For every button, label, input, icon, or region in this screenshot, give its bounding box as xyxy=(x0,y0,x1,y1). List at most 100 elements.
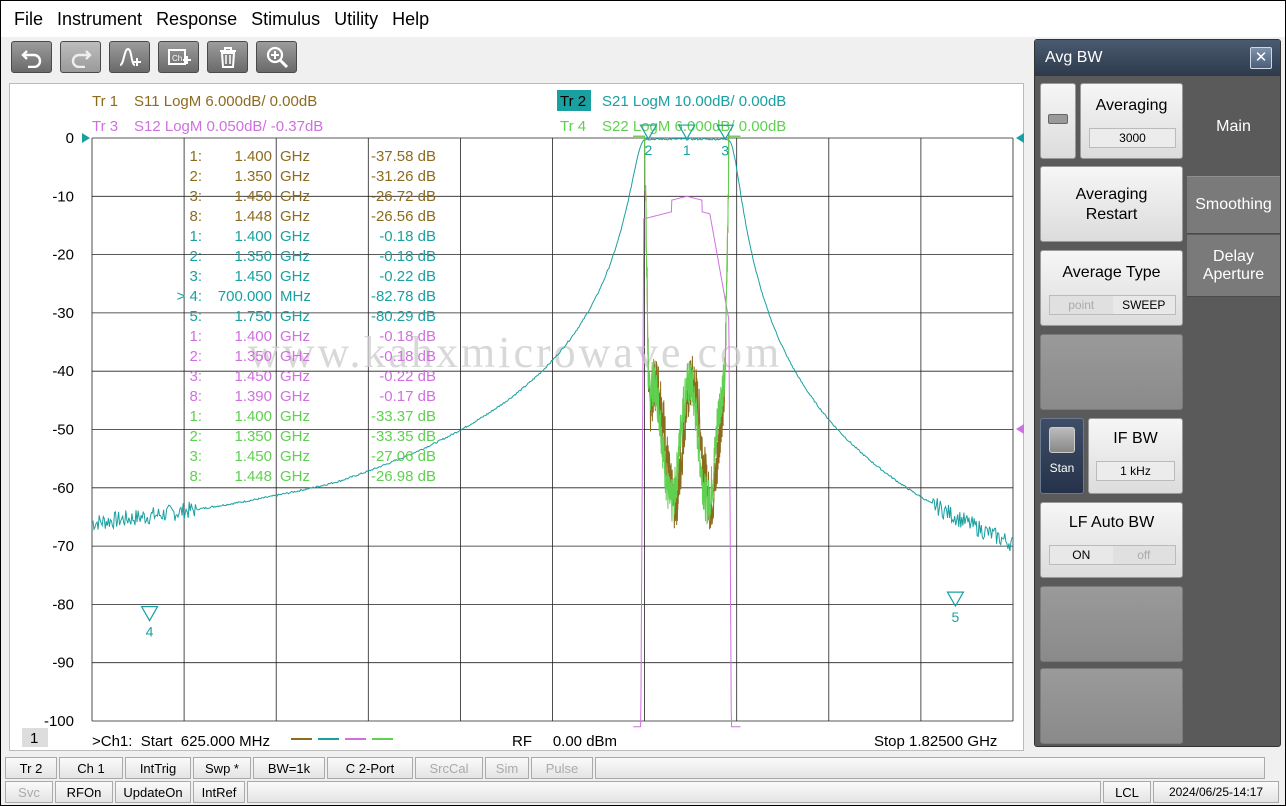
lf-auto-bw-selector[interactable]: ON off xyxy=(1049,545,1176,565)
ref-level-left-icon[interactable] xyxy=(82,133,90,143)
marker-table-freq: 1.400 xyxy=(234,328,272,345)
marker-table-value: -0.18 dB xyxy=(379,328,436,345)
rf-power[interactable]: RF 0.00 dBm xyxy=(512,733,617,750)
averaging-key[interactable]: Averaging 3000 xyxy=(1080,83,1183,159)
marker-table-unit: GHz xyxy=(280,468,310,485)
plot-canvas[interactable]: Tr 1 S11 LogM 6.000dB/ 0.00dB Tr 2 S21 L… xyxy=(10,84,1025,752)
status-bandwidth[interactable]: BW=1k xyxy=(253,757,325,779)
y-tick-label: -100 xyxy=(44,713,74,730)
redo-icon xyxy=(71,50,92,68)
marker-table-unit: GHz xyxy=(280,188,310,205)
add-trace-icon xyxy=(119,47,141,66)
marker-table-value: -0.22 dB xyxy=(379,368,436,385)
redo-button[interactable] xyxy=(60,41,101,73)
tab-main[interactable]: Main xyxy=(1187,78,1280,176)
if-bw-key[interactable]: IF BW 1 kHz xyxy=(1088,418,1183,494)
start-frequency[interactable]: >Ch1: Start 625.000 MHz xyxy=(92,733,270,750)
status-lcl[interactable]: LCL xyxy=(1103,781,1151,803)
marker-table-freq: 1.448 xyxy=(234,468,272,485)
marker-table-value: -27.06 dB xyxy=(371,448,436,465)
y-tick-label: -50 xyxy=(52,422,74,439)
y-tick-label: -80 xyxy=(52,596,74,613)
menu-help[interactable]: Help xyxy=(385,9,436,30)
trace-1-label[interactable]: Tr 1 xyxy=(92,93,118,110)
softkey-panel: Avg BW ✕ Main Smoothing Delay Aperture A… xyxy=(1034,39,1281,747)
status-calibration[interactable]: C 2-Port xyxy=(327,757,413,779)
menu-utility[interactable]: Utility xyxy=(327,9,385,30)
menu-stimulus[interactable]: Stimulus xyxy=(244,9,327,30)
average-type-key[interactable]: Average Type point SWEEP xyxy=(1040,250,1183,326)
marker-table-id: 2: xyxy=(189,428,202,445)
status-srccal[interactable]: SrcCal xyxy=(415,757,483,779)
empty-softkey-3 xyxy=(1040,668,1183,744)
add-channel-button[interactable]: Ch xyxy=(158,41,199,73)
trace-3-info: S12 LogM 0.050dB/ -0.37dB xyxy=(134,118,323,135)
status-bar-bottom: Svc RFOn UpdateOn IntRef LCL 2024/06/25-… xyxy=(5,781,1283,803)
marker-table-id: 8: xyxy=(189,468,202,485)
average-type-label: Average Type xyxy=(1062,264,1161,281)
status-int-ref[interactable]: IntRef xyxy=(193,781,245,803)
y-tick-label: -30 xyxy=(52,305,74,322)
marker-3-label: 3 xyxy=(721,142,729,158)
add-trace-button[interactable] xyxy=(109,41,150,73)
marker-table-unit: GHz xyxy=(280,268,310,285)
tab-delay-aperture[interactable]: Delay Aperture xyxy=(1187,235,1280,297)
status-svc[interactable]: Svc xyxy=(5,781,53,803)
ref-level-s12-icon[interactable] xyxy=(1016,424,1024,434)
measurement-plot[interactable]: Tr 1 S11 LogM 6.000dB/ 0.00dB Tr 2 S21 L… xyxy=(9,83,1024,751)
status-trigger[interactable]: IntTrig xyxy=(125,757,191,779)
lf-auto-bw-label: LF Auto BW xyxy=(1068,514,1155,531)
stan-toggle[interactable]: Stan xyxy=(1040,418,1084,494)
channel-badge[interactable]: 1 xyxy=(30,730,38,747)
tab-smoothing[interactable]: Smoothing xyxy=(1187,176,1280,234)
delete-button[interactable] xyxy=(207,41,248,73)
ref-level-right-icon[interactable] xyxy=(1016,133,1024,143)
status-update-on[interactable]: UpdateOn xyxy=(115,781,191,803)
lf-auto-bw-on[interactable]: ON xyxy=(1050,546,1113,564)
status-pulse[interactable]: Pulse xyxy=(531,757,593,779)
avg-type-sweep[interactable]: SWEEP xyxy=(1112,296,1175,314)
empty-softkey-1 xyxy=(1040,334,1183,410)
close-button[interactable]: ✕ xyxy=(1250,47,1272,69)
trace-2-label[interactable]: Tr 2 xyxy=(560,93,586,110)
averaging-count[interactable]: 3000 xyxy=(1089,128,1176,148)
status-channel[interactable]: Ch 1 xyxy=(59,757,123,779)
menu-response[interactable]: Response xyxy=(149,9,244,30)
average-type-selector[interactable]: point SWEEP xyxy=(1049,295,1176,315)
averaging-restart-button[interactable]: Averaging Restart xyxy=(1040,166,1183,242)
marker-table-id: 5: xyxy=(189,308,202,325)
avg-type-point[interactable]: point xyxy=(1050,296,1113,314)
zoom-icon xyxy=(266,46,288,68)
y-tick-label: 0 xyxy=(66,130,74,147)
status-sweep[interactable]: Swp * xyxy=(193,757,251,779)
marker-table-unit: GHz xyxy=(280,368,310,385)
status-active-trace[interactable]: Tr 2 xyxy=(5,757,57,779)
stop-frequency[interactable]: Stop 1.82500 GHz xyxy=(874,733,997,750)
y-tick-label: -20 xyxy=(52,247,74,264)
status-rf-on[interactable]: RFOn xyxy=(55,781,113,803)
marker-table-id: 8: xyxy=(189,208,202,225)
y-tick-label: -90 xyxy=(52,655,74,672)
if-bw-value[interactable]: 1 kHz xyxy=(1096,461,1175,481)
lf-auto-bw-off[interactable]: off xyxy=(1112,546,1175,564)
menu-file[interactable]: File xyxy=(7,9,50,30)
status-spacer-1 xyxy=(595,757,1265,779)
marker-table-value: -26.56 dB xyxy=(371,208,436,225)
menu-instrument[interactable]: Instrument xyxy=(50,9,149,30)
panel-header: Avg BW ✕ xyxy=(1035,40,1280,76)
averaging-toggle[interactable] xyxy=(1040,83,1076,159)
trace-4-label[interactable]: Tr 4 xyxy=(560,118,586,135)
marker-table-value: -31.26 dB xyxy=(371,168,436,185)
marker-table-unit: GHz xyxy=(280,148,310,165)
zoom-button[interactable] xyxy=(256,41,297,73)
marker-table-value: -37.58 dB xyxy=(371,148,436,165)
stan-indicator xyxy=(1049,427,1075,453)
status-sim[interactable]: Sim xyxy=(485,757,529,779)
marker-table-freq: 1.450 xyxy=(234,368,272,385)
undo-button[interactable] xyxy=(11,41,52,73)
marker-table-value: -26.98 dB xyxy=(371,468,436,485)
y-axis-labels: 0 -10 -20 -30 -40 -50 -60 -70 -80 -90 -100 xyxy=(44,130,74,730)
marker-table-unit: GHz xyxy=(280,428,310,445)
lf-auto-bw-key[interactable]: LF Auto BW ON off xyxy=(1040,502,1183,578)
trace-3-label[interactable]: Tr 3 xyxy=(92,118,118,135)
